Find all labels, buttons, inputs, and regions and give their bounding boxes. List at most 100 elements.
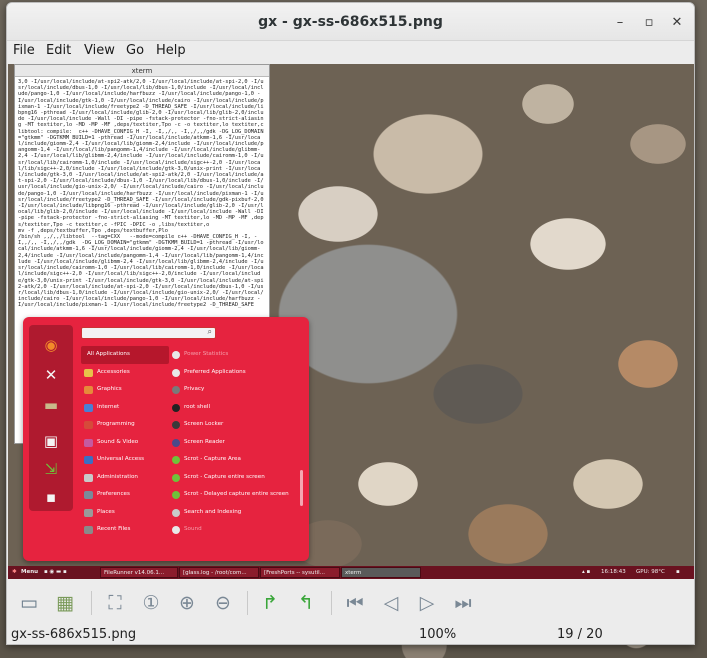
- archive-icon[interactable]: ▦: [51, 589, 79, 617]
- zoom-in-icon[interactable]: ⊕: [173, 589, 201, 617]
- application-item: root shell: [171, 399, 301, 417]
- category-label: Places: [97, 508, 115, 515]
- category-item: Preferences: [81, 486, 169, 504]
- category-label: All Applications: [87, 351, 130, 357]
- category-label: Graphics: [97, 386, 122, 392]
- panel-task: [FreshPorts -- sysutil...: [260, 567, 340, 578]
- menu-edit[interactable]: Edit: [46, 43, 71, 58]
- category-label: Programming: [97, 421, 135, 427]
- application-label: Privacy: [184, 386, 205, 392]
- menu-file[interactable]: File: [13, 43, 35, 58]
- application-icon: [172, 421, 180, 429]
- folder-icon: ▬: [43, 396, 59, 414]
- application-label: Search and Indexing: [184, 508, 242, 515]
- category-item: Accessories: [81, 364, 169, 382]
- first-image-icon[interactable]: ⏮: [341, 589, 369, 617]
- application-icon: [172, 526, 180, 534]
- application-item: Scrot - Delayed capture entire screen: [171, 486, 301, 504]
- panel-menu-label: Menu: [21, 569, 39, 575]
- toolbar-separator: [331, 591, 332, 615]
- application-label: Screen Reader: [184, 438, 225, 445]
- screenshot-app-menu: ◉ ✕ ▬ ▣ ⇲ ▪ ⌕ All Applications Accessorie…: [23, 317, 309, 561]
- maximize-icon[interactable]: ▫: [642, 16, 656, 30]
- category-label: Recent Files: [97, 526, 131, 532]
- application-label: Scrot - Delayed capture entire screen: [184, 491, 289, 497]
- xterm-title: xterm: [15, 65, 269, 77]
- fit-window-icon[interactable]: ⛶: [101, 589, 129, 617]
- firefox-icon: ◉: [44, 336, 58, 354]
- category-list: All Applications Accessories Graphics Inter…: [81, 346, 169, 539]
- panel-task: FileRunner v14.06.1...: [100, 567, 178, 578]
- exit-icon: ⇲: [44, 460, 58, 478]
- lock-icon: ▪: [45, 488, 57, 506]
- category-icon: [84, 403, 93, 412]
- application-item: Scrot - Capture entire screen: [171, 469, 301, 487]
- application-icon: [172, 438, 180, 447]
- last-image-icon[interactable]: ⏭: [449, 589, 477, 617]
- application-item: Preferred Applications: [171, 364, 301, 382]
- panel-menu-icon: ✱: [12, 569, 17, 575]
- status-filename: gx-ss-686x515.png: [11, 627, 137, 642]
- open-folder-icon[interactable]: ▭: [15, 589, 43, 617]
- menu-scrollbar: [300, 470, 303, 506]
- category-label: Universal Access: [97, 456, 145, 462]
- category-icon: [84, 526, 93, 534]
- panel-gpu-temp: GPU: 98°C: [636, 569, 665, 575]
- menu-view[interactable]: View: [84, 43, 115, 58]
- panel-launcher-icons: ▪ ◉ ▬ ▪: [44, 569, 67, 575]
- application-item: Power Statistics: [171, 346, 301, 364]
- application-icon: [172, 386, 180, 394]
- panel-task: xterm: [341, 567, 421, 578]
- search-icon: ⌕: [207, 327, 212, 336]
- favorites-bar: ◉ ✕ ▬ ▣ ⇲ ▪: [29, 325, 73, 511]
- toolbar-separator: [91, 591, 92, 615]
- category-icon: [84, 491, 93, 499]
- category-icon: [84, 473, 93, 482]
- status-position: 19 / 20: [557, 627, 603, 642]
- application-label: root shell: [184, 403, 211, 410]
- window-title: gx - gx-ss-686x515.png: [258, 14, 443, 30]
- toolbar-separator: [247, 591, 248, 615]
- image-canvas[interactable]: xterm 3,0 -I/usr/local/include/at-spi2-a…: [8, 64, 694, 579]
- category-item: Programming: [81, 416, 169, 434]
- menu-search-input: ⌕: [81, 327, 216, 339]
- application-label: Scrot - Capture entire screen: [184, 473, 265, 480]
- next-image-icon[interactable]: ▷: [413, 589, 441, 617]
- menu-help[interactable]: Help: [156, 43, 186, 58]
- menu-go[interactable]: Go: [126, 43, 144, 58]
- previous-image-icon[interactable]: ◁: [377, 589, 405, 617]
- category-item: Places: [81, 504, 169, 522]
- status-bar: gx-ss-686x515.png 100% 19 / 20: [7, 625, 694, 644]
- zoom-original-icon[interactable]: ①: [137, 589, 165, 617]
- application-item: Screen Locker: [171, 416, 301, 434]
- application-label: Sound: [184, 526, 202, 532]
- category-item: Graphics: [81, 381, 169, 399]
- application-icon: [172, 491, 180, 499]
- application-icon: [172, 508, 180, 517]
- category-label: Sound & Video: [97, 438, 139, 445]
- status-zoom: 100%: [419, 627, 457, 642]
- title-bar[interactable]: gx - gx-ss-686x515.png – ▫ ✕: [7, 3, 694, 41]
- close-icon[interactable]: ✕: [670, 16, 684, 30]
- category-icon: [84, 438, 93, 447]
- category-icon: [84, 368, 93, 377]
- application-icon: [172, 351, 180, 359]
- category-item: Internet: [81, 399, 169, 417]
- application-item: Privacy: [171, 381, 301, 399]
- category-label: Accessories: [97, 368, 130, 375]
- category-label: Internet: [97, 403, 120, 410]
- application-item: Screen Reader: [171, 434, 301, 452]
- application-label: Scrot - Capture Area: [184, 456, 241, 462]
- category-icon: [84, 508, 93, 517]
- rotate-left-icon[interactable]: ↰: [292, 589, 320, 617]
- minimize-icon[interactable]: –: [613, 16, 627, 30]
- menu-bar: File Edit View Go Help: [7, 41, 694, 63]
- application-label: Screen Locker: [184, 421, 224, 427]
- category-icon: [84, 456, 93, 464]
- application-label: Preferred Applications: [184, 368, 246, 375]
- application-icon: [172, 368, 180, 377]
- category-icon: [84, 386, 93, 394]
- zoom-out-icon[interactable]: ⊖: [209, 589, 237, 617]
- application-label: Power Statistics: [184, 351, 229, 357]
- rotate-right-icon[interactable]: ↱: [256, 589, 284, 617]
